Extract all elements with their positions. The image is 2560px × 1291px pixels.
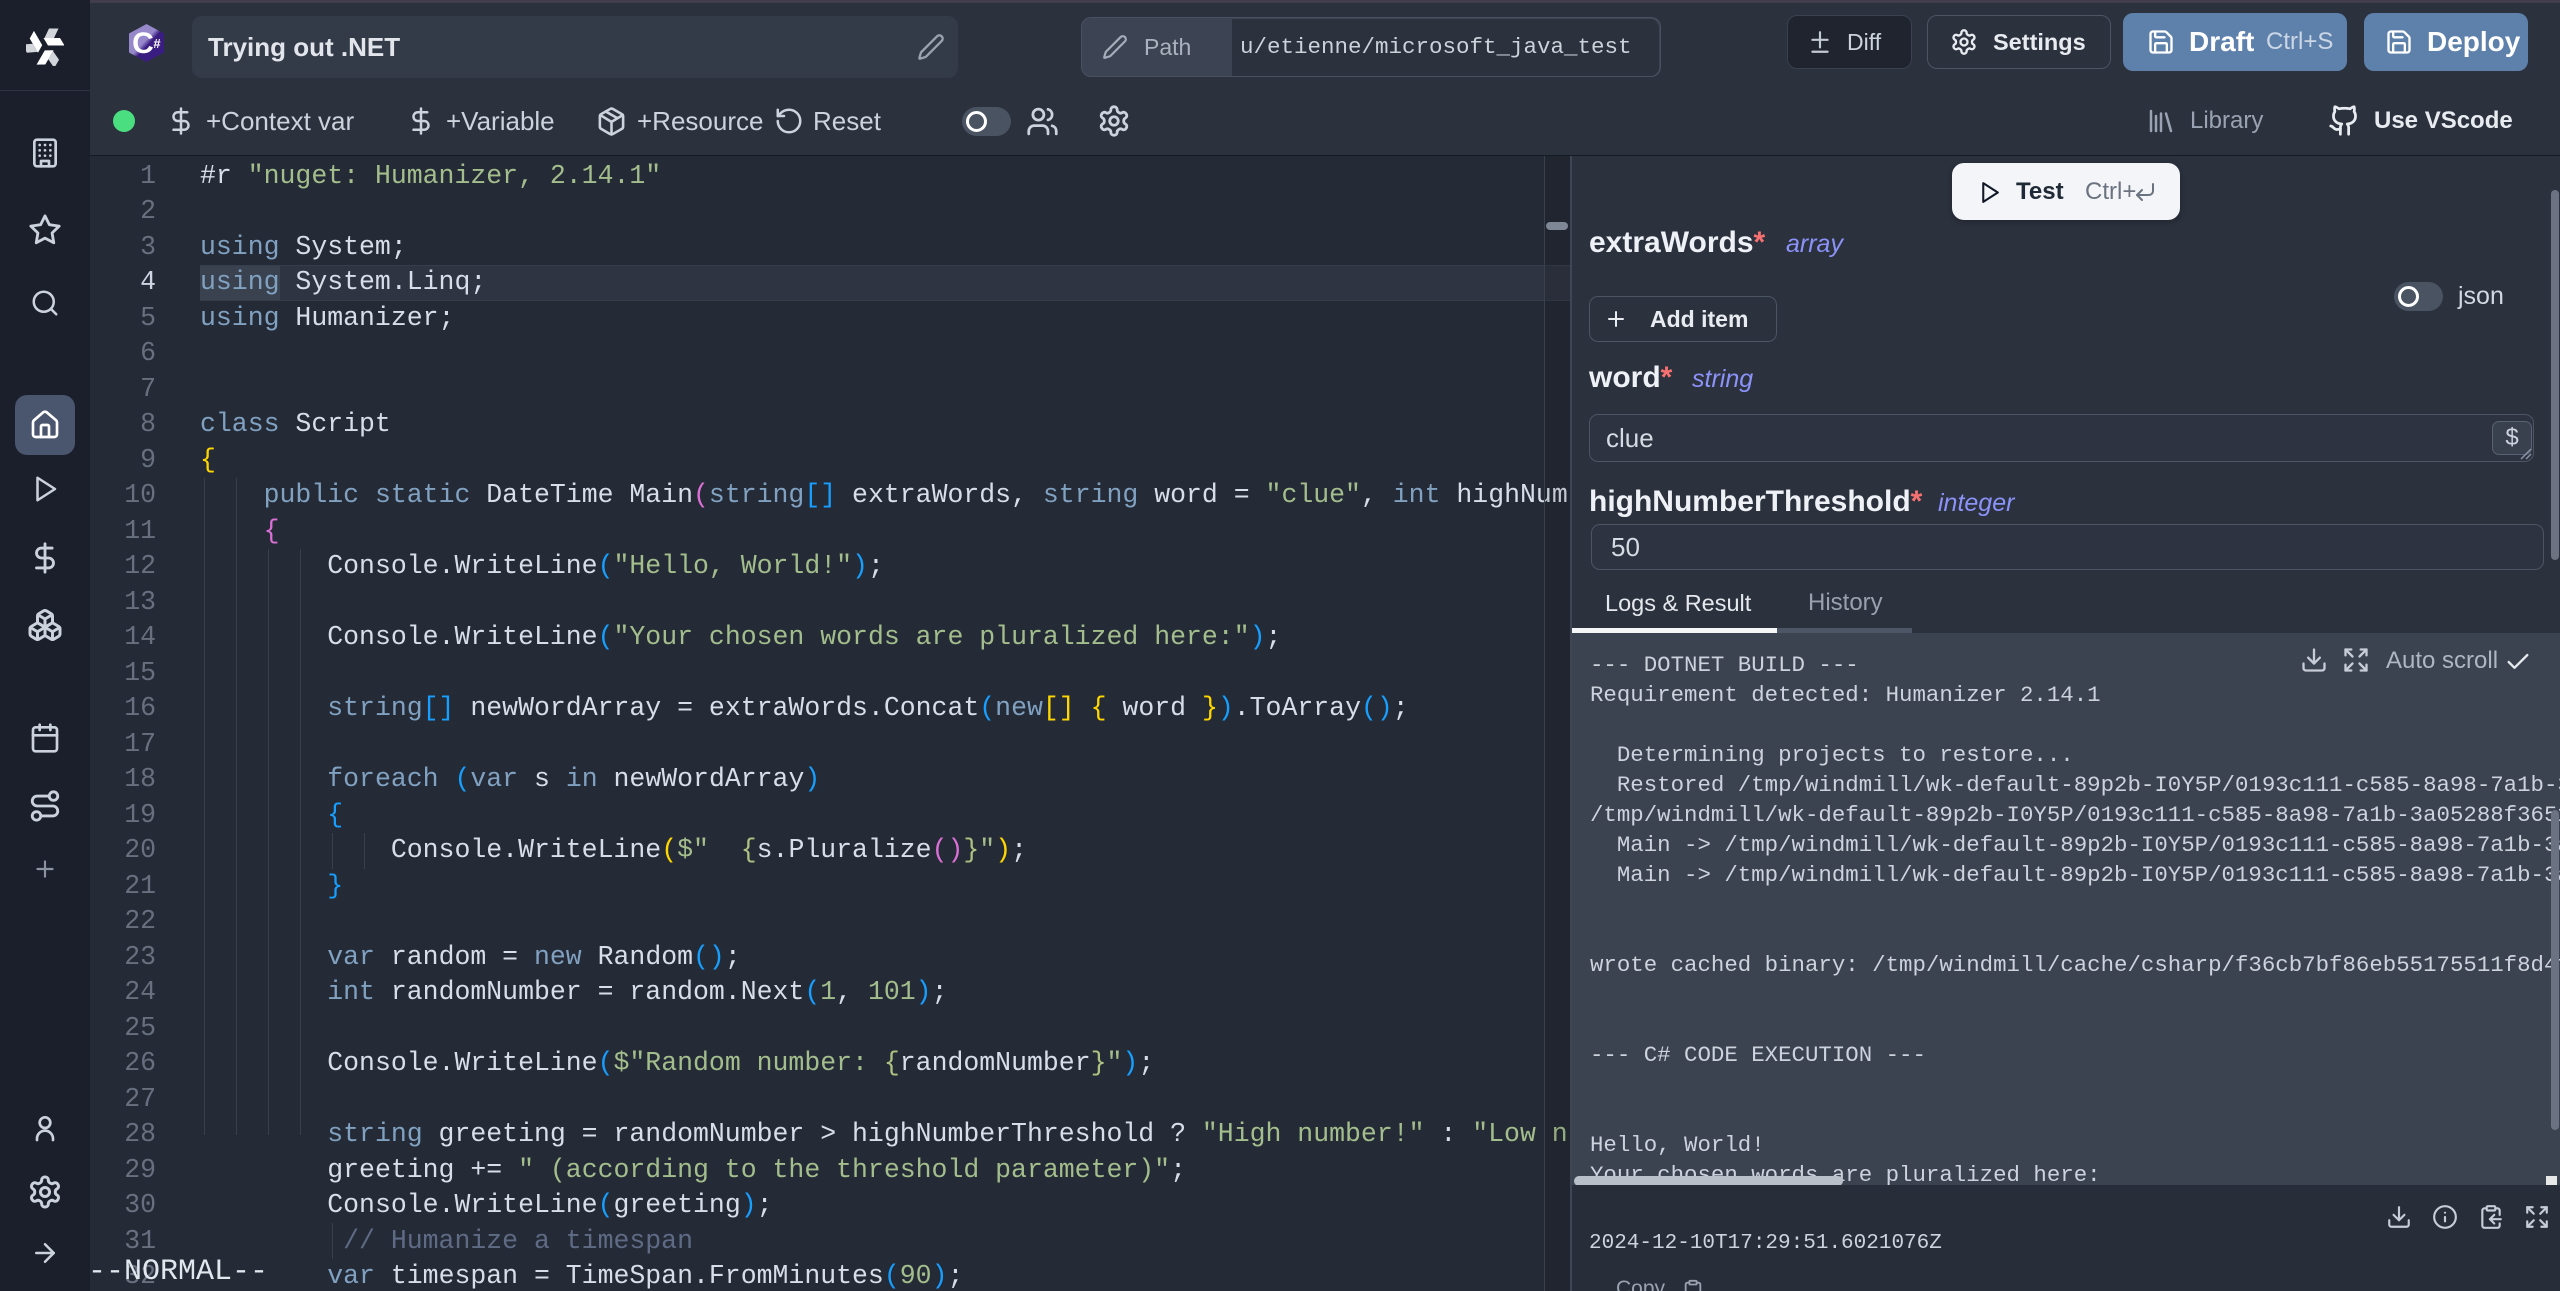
svg-text:#: # [153,36,161,51]
svg-text:C: C [132,27,154,60]
